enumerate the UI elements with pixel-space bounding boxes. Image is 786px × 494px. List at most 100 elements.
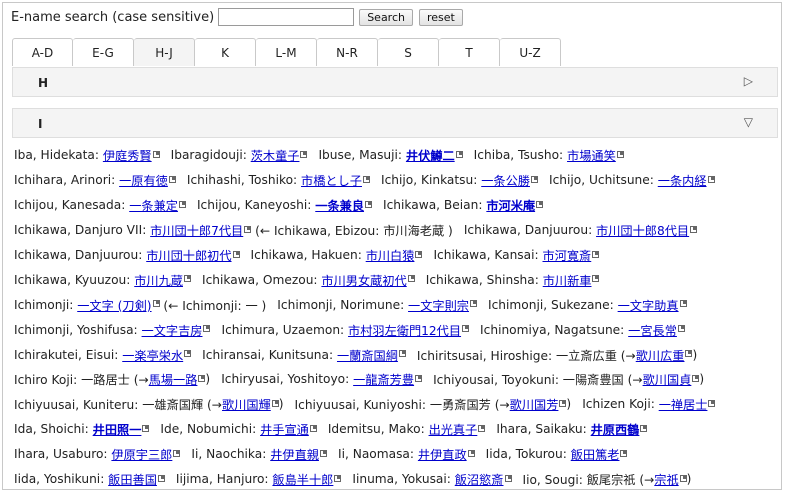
external-link-icon[interactable] [536,200,544,208]
entry-link[interactable]: 歌川国輝 [222,395,271,413]
entry-link[interactable]: 井伊直親 [270,445,319,463]
entry-link[interactable]: 井田照一 [93,420,142,438]
search-button[interactable]: Search [359,8,413,26]
entry-link[interactable]: 井伏鱒二 [406,146,455,164]
external-link-icon[interactable] [708,399,716,407]
external-link-icon[interactable] [398,350,406,358]
entry-link[interactable]: 一文字 (刀剣) [77,296,151,314]
entry-link[interactable]: 飯島半十郎 [272,470,333,488]
external-link-icon[interactable] [152,150,160,158]
entry-link[interactable]: 市川団十郎8代目 [596,221,689,239]
external-link-icon[interactable] [178,200,186,208]
section-header-i[interactable]: I ▽ [12,108,778,138]
external-link-icon[interactable] [559,399,567,407]
external-link-icon[interactable] [469,300,477,308]
external-link-icon[interactable] [271,399,279,407]
external-link-icon[interactable] [692,374,700,382]
external-link-icon[interactable] [504,474,512,482]
entry-link[interactable]: 一龍斎芳豊 [353,370,414,388]
external-link-icon[interactable] [407,275,415,283]
external-link-icon[interactable] [232,250,240,258]
tab-l-m[interactable]: L-M [256,38,317,66]
external-link-icon[interactable] [183,275,191,283]
external-link-icon[interactable] [462,325,470,333]
external-link-icon[interactable] [142,424,150,432]
entry-link[interactable]: 一原有徳 [119,171,168,189]
external-link-icon[interactable] [679,474,687,482]
entry-link[interactable]: 市川九蔵 [134,271,183,289]
entry-link[interactable]: 市川団十郎初代 [146,246,231,264]
tab-k[interactable]: K [195,38,256,66]
external-link-icon[interactable] [309,424,317,432]
external-link-icon[interactable] [157,474,165,482]
external-link-icon[interactable] [415,250,423,258]
external-link-icon[interactable] [244,225,252,233]
entry-link[interactable]: 一宮長常 [628,321,677,339]
external-link-icon[interactable] [365,200,373,208]
entry-link[interactable]: 伊原宇三郎 [111,445,172,463]
external-link-icon[interactable] [707,175,715,183]
entry-link[interactable]: 一禅居士 [659,395,708,413]
entry-link[interactable]: 馬場一路 [149,370,198,388]
tab-h-j[interactable]: H-J [134,38,195,66]
external-link-icon[interactable] [455,150,463,158]
external-link-icon[interactable] [319,449,327,457]
entry-link[interactable]: 歌川広重 [636,346,685,364]
tab-e-g[interactable]: E-G [73,38,134,66]
tab-t[interactable]: T [439,38,500,66]
entry-link[interactable]: 歌川国貞 [643,370,692,388]
external-link-icon[interactable] [690,225,698,233]
tab-u-z[interactable]: U-Z [500,38,561,66]
tab-n-r[interactable]: N-R [317,38,378,66]
entry-link[interactable]: 茨木童子 [251,146,300,164]
entry-link[interactable]: 歌川国芳 [510,395,559,413]
entry-link[interactable]: 飯沼慾斎 [455,470,504,488]
entry-link[interactable]: 一条兼良 [315,196,364,214]
external-link-icon[interactable] [467,449,475,457]
entry-link[interactable]: 一条内経 [658,171,707,189]
external-link-icon[interactable] [362,175,370,183]
external-link-icon[interactable] [592,250,600,258]
entry-link[interactable]: 市場通笑 [567,146,616,164]
search-input[interactable] [218,8,355,26]
entry-link[interactable]: 市河米庵 [486,196,535,214]
entry-link[interactable]: 井手宣通 [260,420,309,438]
external-link-icon[interactable] [679,300,687,308]
entry-link[interactable]: 飯田篤老 [571,445,620,463]
tab-s[interactable]: S [378,38,439,66]
reset-button[interactable]: reset [418,8,463,26]
entry-link[interactable]: 市川男女蔵初代 [321,271,406,289]
entry-link[interactable]: 市橋とし子 [301,171,362,189]
entry-link[interactable]: 一文字則宗 [408,296,469,314]
entry-link[interactable]: 市村羽左衛門12代目 [348,321,461,339]
entry-link[interactable]: 一条公勝 [481,171,530,189]
external-link-icon[interactable] [152,300,160,308]
entry-link[interactable]: 一文字吉房 [142,321,203,339]
entry-link[interactable]: 市川団十郎7代目 [150,221,243,239]
entry-link[interactable]: 一文字助真 [618,296,679,314]
entry-link[interactable]: 宗祇 [654,470,678,488]
external-link-icon[interactable] [677,325,685,333]
external-link-icon[interactable] [300,150,308,158]
external-link-icon[interactable] [640,424,648,432]
entry-link[interactable]: 伊庭秀賢 [103,146,152,164]
entry-link[interactable]: 一条兼定 [129,196,178,214]
tab-a-d[interactable]: A-D [12,38,73,66]
section-header-h[interactable]: H ▷ [12,67,778,97]
entry-link[interactable]: 市川白猿 [366,246,415,264]
entry-link[interactable]: 出光真子 [429,420,478,438]
external-link-icon[interactable] [198,374,206,382]
entry-link[interactable]: 一蘭斎国綱 [337,346,398,364]
entry-link[interactable]: 市川新車 [543,271,592,289]
external-link-icon[interactable] [530,175,538,183]
external-link-icon[interactable] [620,449,628,457]
external-link-icon[interactable] [415,374,423,382]
external-link-icon[interactable] [173,449,181,457]
external-link-icon[interactable] [334,474,342,482]
external-link-icon[interactable] [203,325,211,333]
entry-link[interactable]: 井伊直政 [418,445,467,463]
external-link-icon[interactable] [478,424,486,432]
entry-link[interactable]: 飯田善国 [108,470,157,488]
entry-link[interactable]: 井原西鶴 [591,420,640,438]
external-link-icon[interactable] [685,350,693,358]
